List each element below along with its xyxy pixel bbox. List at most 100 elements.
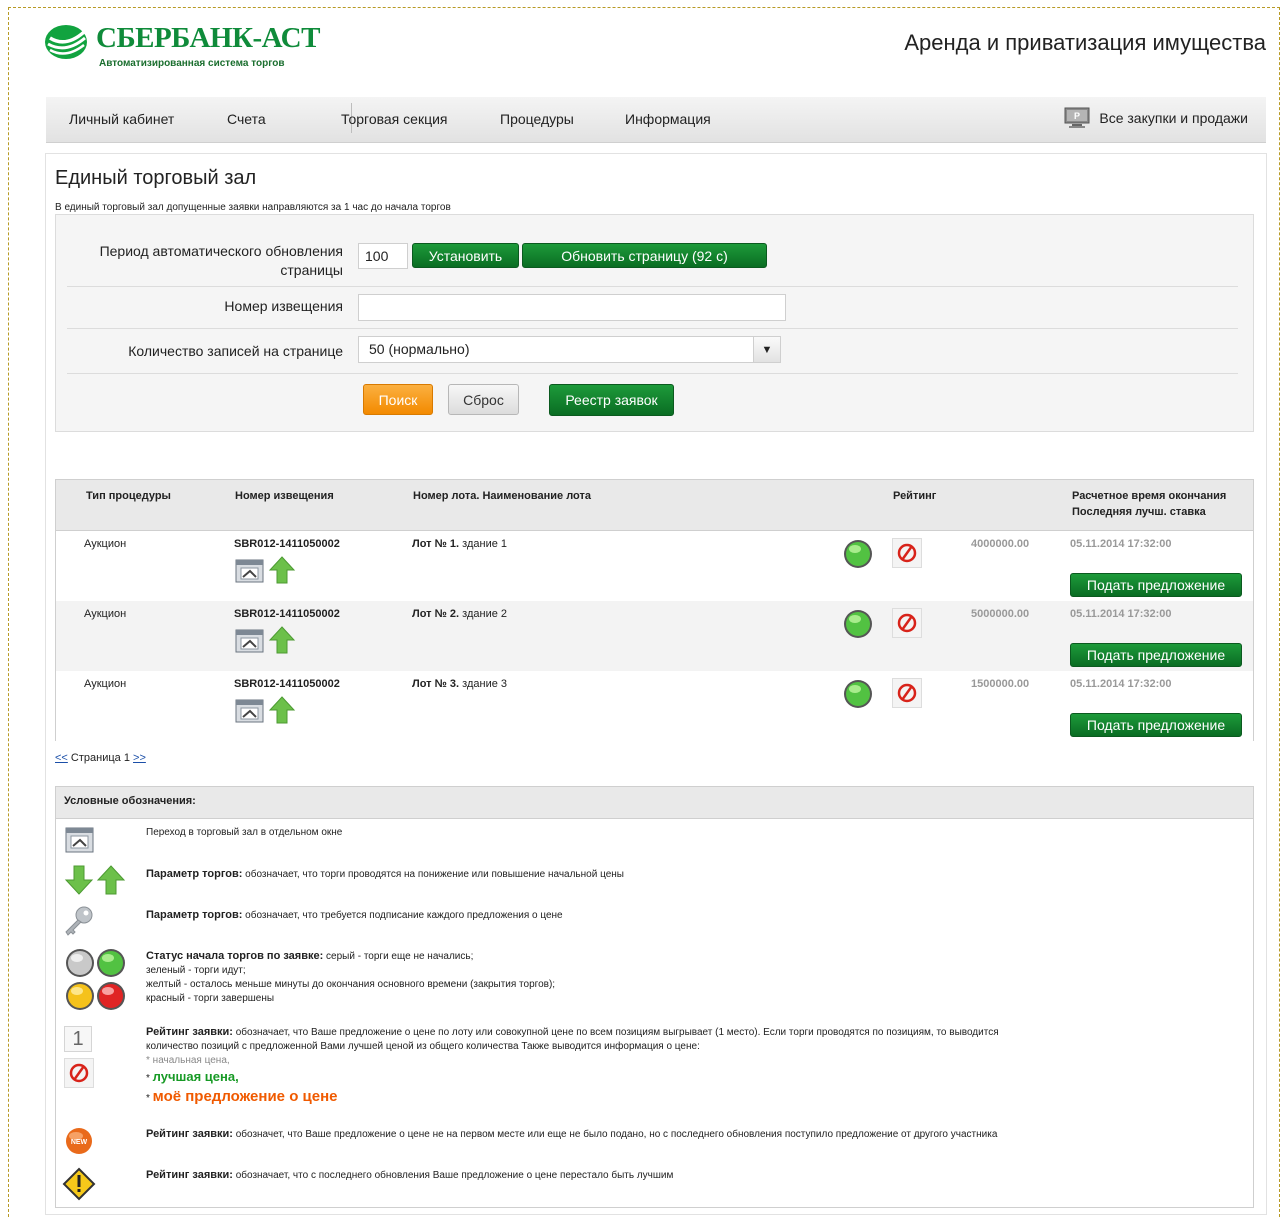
legend-status-green: зеленый - торги идут; — [146, 965, 246, 976]
table-row: Аукцион SBR012-1411050002 Лот № 1. здани… — [56, 531, 1253, 601]
legend-status-text: Статус начала торгов по заявке: серый - … — [146, 949, 555, 1006]
notice-number-label: Номер извещения — [224, 298, 343, 314]
legend-new-offer-bold: Рейтинг заявки: — [146, 1128, 233, 1140]
records-per-page-label: Количество записей на странице — [128, 343, 343, 359]
new-offer-icon: NEW — [66, 1128, 92, 1154]
nav-item-trading-section[interactable]: Торговая секция — [341, 111, 447, 127]
row-end-time: 05.11.2014 17:32:00 — [1070, 608, 1172, 620]
monitor-icon: P — [1064, 107, 1090, 128]
no-rating-icon — [892, 678, 922, 708]
row-lot[interactable]: Лот № 2. здание 2 — [412, 608, 507, 620]
legend-rating-bold: Рейтинг заявки: — [146, 1026, 233, 1038]
legend-rating-text: Рейтинг заявки: обозначает, что Ваше пре… — [146, 1025, 999, 1106]
arrow-down-icon — [64, 865, 94, 895]
set-button[interactable]: Установить — [412, 243, 519, 268]
nav-item-cabinet[interactable]: Личный кабинет — [69, 111, 174, 127]
pager-next-link[interactable]: >> — [133, 752, 146, 764]
legend-warning-bold: Рейтинг заявки: — [146, 1169, 233, 1181]
nav-all-purchases[interactable]: P Все закупки и продажи — [1063, 107, 1248, 129]
trading-hall-window-icon[interactable] — [234, 556, 266, 584]
row-lot-number: Лот № 1. — [412, 538, 460, 550]
nav-all-purchases-label: Все закупки и продажи — [1099, 110, 1248, 126]
row-end-time: 05.11.2014 17:32:00 — [1070, 678, 1172, 690]
legend-best-price-label: лучшая цена, — [152, 1069, 239, 1084]
legend-signature-text: Параметр торгов: обозначает, что требует… — [146, 908, 563, 923]
page-note: В единый торговый зал допущенные заявки … — [55, 202, 451, 213]
legend-warning-desc: обозначает, что с последнего обновления … — [232, 1170, 674, 1181]
row-price: 1500000.00 — [971, 678, 1030, 690]
rating-first-place-icon: 1 — [64, 1026, 92, 1052]
nav-item-accounts[interactable]: Счета — [227, 111, 266, 127]
legend-start-price: * начальная цена, — [146, 1055, 230, 1066]
records-per-page-select[interactable]: 50 (нормально) ▼ — [358, 336, 781, 363]
form-divider — [67, 286, 1238, 287]
refresh-period-label: Период автоматического обновления страни… — [99, 243, 343, 278]
svg-text:NEW: NEW — [71, 1139, 88, 1146]
applications-registry-button[interactable]: Реестр заявок — [549, 384, 674, 416]
trading-hall-window-icon[interactable] — [234, 626, 266, 654]
row-lot-name: здание 1 — [462, 538, 508, 550]
row-lot-number: Лот № 2. — [412, 608, 460, 620]
row-notice-number[interactable]: SBR012-1411050002 — [234, 608, 340, 620]
trading-hall-window-icon — [65, 827, 94, 853]
row-procedure-type: Аукцион — [84, 678, 127, 690]
row-lot[interactable]: Лот № 3. здание 3 — [412, 678, 507, 690]
submit-offer-button[interactable]: Подать предложение — [1070, 573, 1242, 597]
row-procedure-type: Аукцион — [84, 538, 127, 550]
legend-new-offer-text: Рейтинг заявки: обозначет, что Ваше пред… — [146, 1127, 997, 1142]
row-lot-name: здание 3 — [462, 678, 508, 690]
legend-status-gray: серый - торги еще не начались; — [323, 951, 474, 962]
arrow-up-icon — [268, 626, 296, 654]
col-end-time: Расчетное время окончания Последняя лучш… — [1072, 488, 1226, 520]
col-rating: Рейтинг — [893, 490, 937, 502]
trading-hall-window-icon[interactable] — [234, 696, 266, 724]
status-green-icon — [844, 610, 872, 638]
key-icon — [65, 906, 93, 936]
row-end-time: 05.11.2014 17:32:00 — [1070, 538, 1172, 550]
status-green-icon — [844, 680, 872, 708]
nav-item-procedures[interactable]: Процедуры — [500, 111, 574, 127]
row-notice-number[interactable]: SBR012-1411050002 — [234, 678, 340, 690]
legend-status-red: красный - торги завершены — [146, 993, 275, 1004]
row-price: 4000000.00 — [971, 538, 1030, 550]
legend-direction-bold: Параметр торгов: — [146, 868, 243, 880]
pager-prev-link[interactable]: << — [55, 752, 68, 764]
reset-button[interactable]: Сброс — [448, 384, 519, 415]
table-row: Аукцион SBR012-1411050002 Лот № 3. здани… — [56, 671, 1253, 741]
legend-header: Условные обозначения: — [56, 787, 1253, 819]
submit-offer-button[interactable]: Подать предложение — [1070, 713, 1242, 737]
row-procedure-type: Аукцион — [84, 608, 127, 620]
status-green-icon — [844, 540, 872, 568]
legend-status-line1: Статус начала торгов по заявке: серый - … — [146, 949, 555, 964]
row-notice-number[interactable]: SBR012-1411050002 — [234, 538, 340, 550]
table-header: Тип процедуры Номер извещения Номер лота… — [56, 480, 1253, 531]
warning-icon — [62, 1167, 96, 1201]
refresh-page-button[interactable]: Обновить страницу (92 с) — [522, 243, 767, 268]
chevron-down-icon[interactable]: ▼ — [753, 337, 780, 362]
site-title: Аренда и приватизация имущества — [904, 30, 1266, 55]
col-lot: Номер лота. Наименование лота — [413, 490, 592, 502]
form-divider — [67, 373, 1238, 374]
logo-subtitle: Автоматизированная система торгов — [99, 58, 285, 69]
legend-signature-desc: обозначает, что требуется подписание каж… — [242, 910, 563, 921]
legend-new-offer-desc: обозначет, что Ваше предложение о цене н… — [232, 1129, 998, 1140]
records-per-page-value: 50 (нормально) — [369, 341, 470, 357]
legend-best-price: * лучшая цена, — [146, 1069, 239, 1085]
table-row: Аукцион SBR012-1411050002 Лот № 2. здани… — [56, 601, 1253, 671]
refresh-period-input[interactable] — [358, 243, 408, 269]
submit-offer-button[interactable]: Подать предложение — [1070, 643, 1242, 667]
no-rating-icon — [892, 538, 922, 568]
notice-number-input[interactable] — [358, 294, 786, 321]
no-rating-icon — [892, 608, 922, 638]
nav-item-information[interactable]: Информация — [625, 111, 711, 127]
legend-status-yellow: желтый - осталось меньше минуты до оконч… — [146, 979, 556, 990]
legend-warning-text: Рейтинг заявки: обозначает, что с послед… — [146, 1168, 673, 1183]
row-lot[interactable]: Лот № 1. здание 1 — [412, 538, 507, 550]
legend-my-offer-label: моё предложение о цене — [152, 1088, 338, 1105]
page-title: Единый торговый зал — [55, 167, 257, 189]
logo-name: СБЕРБАНК-АСТ — [96, 22, 320, 54]
legend-direction-text: Параметр торгов: обозначает, что торги п… — [146, 867, 624, 882]
legend-rating-line2: количество позиций с предложенной Вами л… — [146, 1041, 700, 1052]
search-button[interactable]: Поиск — [363, 384, 433, 415]
legend-status-bold: Статус начала торгов по заявке: — [146, 950, 324, 962]
